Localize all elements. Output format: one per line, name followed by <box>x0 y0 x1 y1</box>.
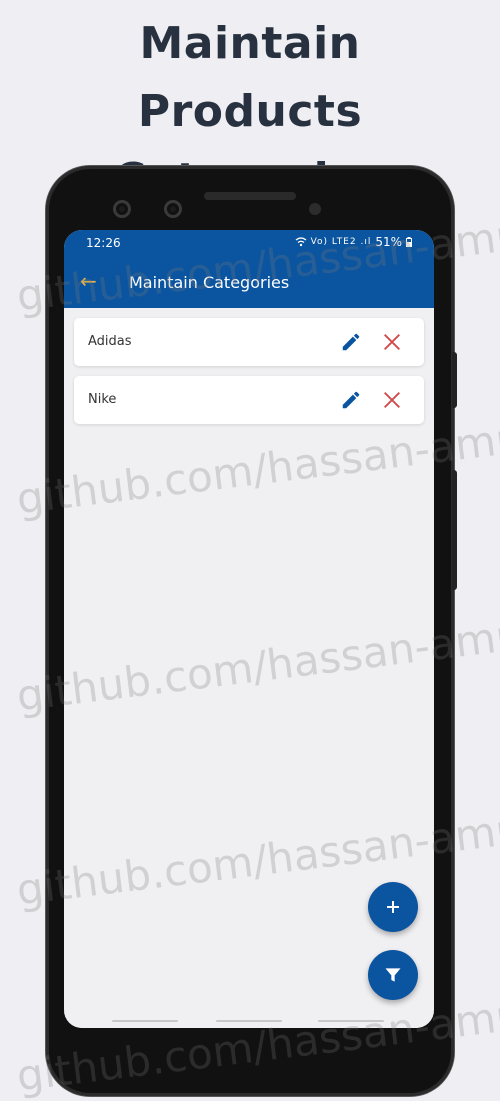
nav-home-handle[interactable] <box>216 1020 282 1022</box>
volume-button <box>452 352 457 408</box>
pencil-icon[interactable] <box>340 389 362 411</box>
nav-recents-handle[interactable] <box>318 1020 384 1022</box>
filter-button[interactable] <box>368 950 418 1000</box>
category-name: Nike <box>88 392 117 407</box>
front-camera-icon <box>164 200 182 218</box>
status-icons: Vo) LTE2 .ıl 51% <box>295 235 412 249</box>
category-list: Adidas Nike <box>74 318 424 434</box>
app-bar: ← Maintain Categories <box>64 258 434 308</box>
system-nav-bar <box>64 1012 434 1028</box>
front-camera-icon <box>113 200 131 218</box>
signal-icon: Vo) LTE2 .ıl <box>310 237 372 247</box>
pencil-icon[interactable] <box>340 331 362 353</box>
category-name: Adidas <box>88 334 132 349</box>
promo-title-line1: Maintain <box>139 18 361 69</box>
battery-icon <box>406 237 412 247</box>
phone-screen: 12:26 Vo) LTE2 .ıl 51% ← Maintain Catego… <box>64 230 434 1028</box>
close-icon[interactable] <box>381 331 403 353</box>
add-category-button[interactable] <box>368 882 418 932</box>
earpiece-speaker <box>204 192 296 200</box>
close-icon[interactable] <box>381 389 403 411</box>
arrow-back-icon[interactable]: ← <box>80 269 97 293</box>
page-title: Maintain Categories <box>129 273 290 292</box>
wifi-icon <box>295 237 306 247</box>
list-item[interactable]: Nike <box>74 376 424 424</box>
status-time: 12:26 <box>86 236 121 250</box>
battery-level: 51% <box>375 235 402 249</box>
list-item[interactable]: Adidas <box>74 318 424 366</box>
filter-icon <box>385 968 401 982</box>
proximity-sensor <box>309 203 321 215</box>
nav-back-handle[interactable] <box>112 1020 178 1022</box>
plus-icon <box>387 901 399 913</box>
power-button <box>452 470 457 590</box>
status-bar: 12:26 Vo) LTE2 .ıl 51% <box>64 230 434 258</box>
